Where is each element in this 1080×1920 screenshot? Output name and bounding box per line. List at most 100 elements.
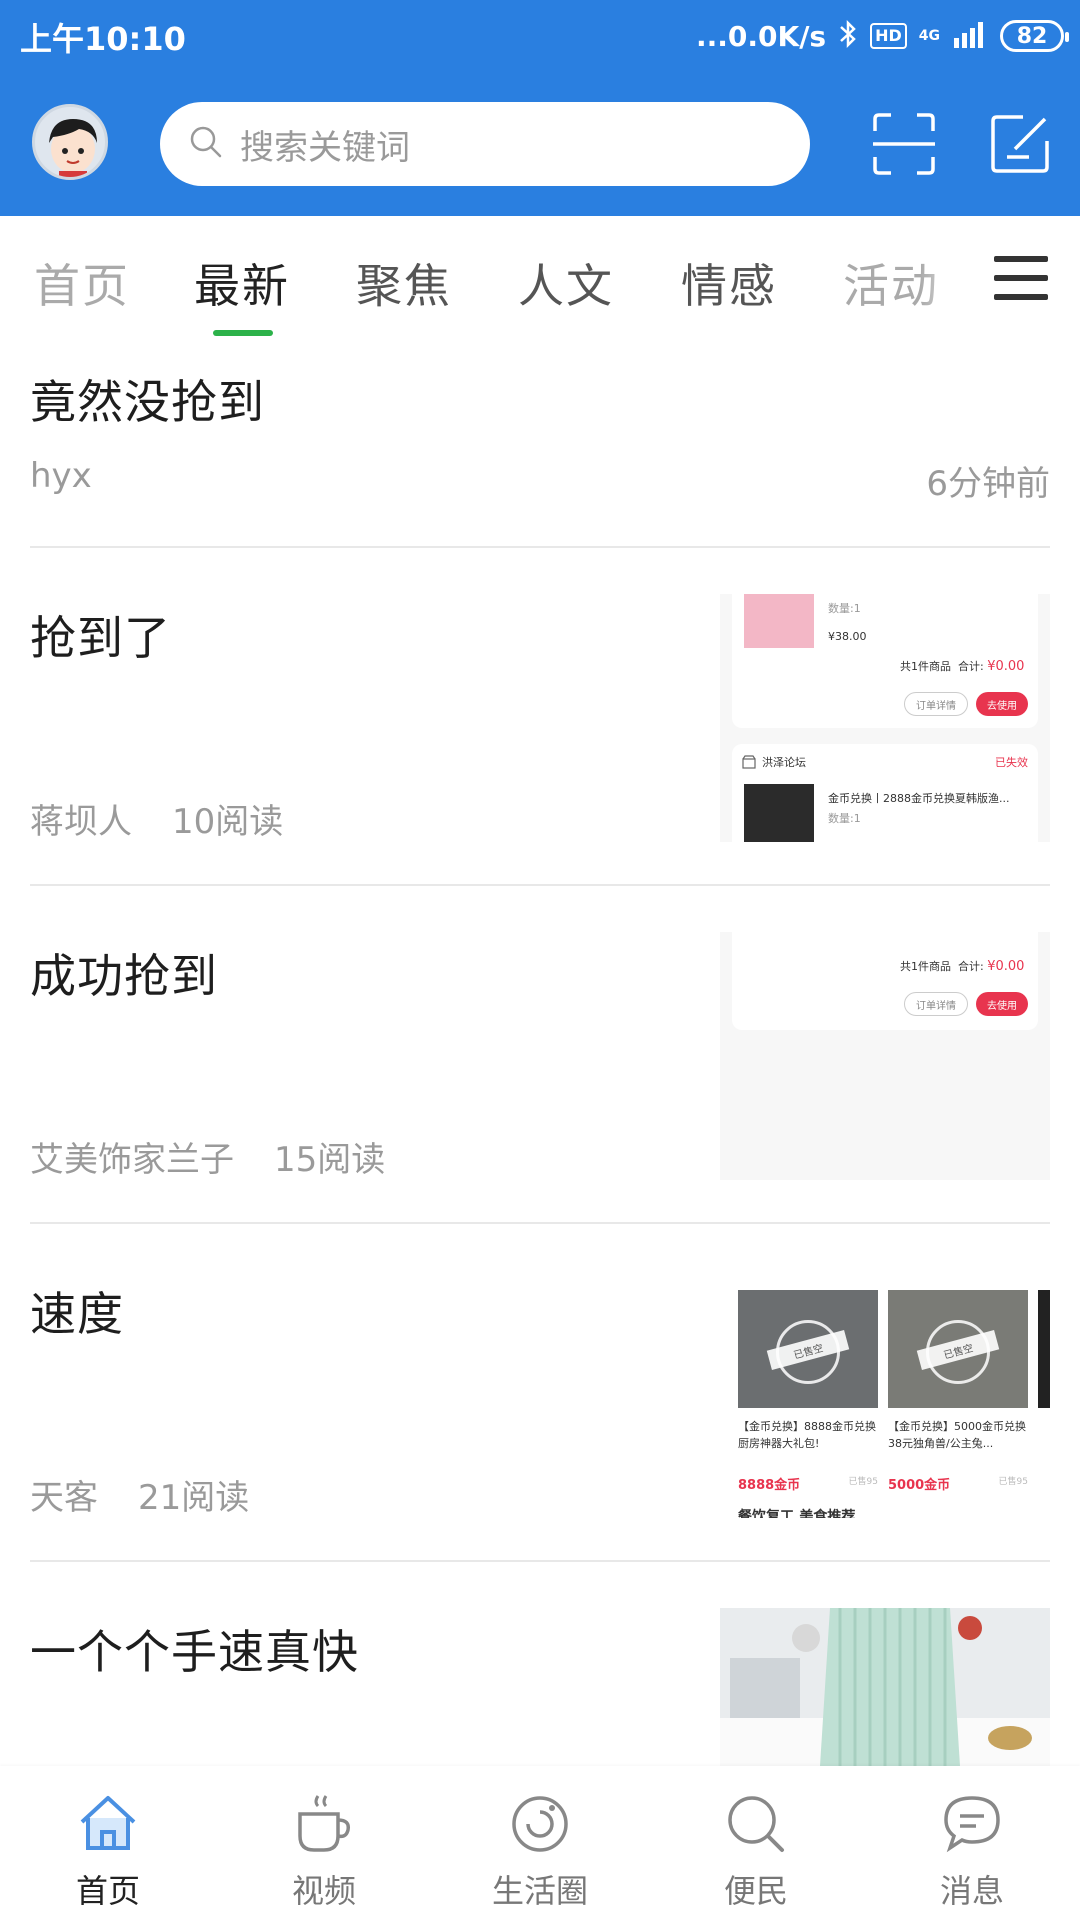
edit-icon [991, 115, 1049, 173]
scan-icon [873, 113, 935, 175]
divider [30, 884, 1050, 886]
tab-home[interactable]: 首页 [34, 250, 130, 316]
post-title: 竟然没抢到 [30, 375, 265, 429]
post-thumbnail: 已售空 【金币兑换】8888金币兑换厨房神器大礼包! 8888金币 已售95 已… [720, 1270, 1050, 1518]
tab-culture[interactable]: 人文 [518, 250, 614, 316]
hd-badge: HD [870, 23, 907, 49]
nav-messages[interactable]: 消息 [892, 1792, 1052, 1912]
post-time: 6分钟前 [926, 464, 1050, 504]
product-image [744, 784, 814, 842]
order-detail-button: 订单详情 [904, 692, 968, 716]
product-card: 已售空 【金币兑换】5000金币兑换38元独角兽/公主兔... 5000金币 已… [888, 1290, 1028, 1493]
chat-bubble-icon [944, 1796, 1000, 1853]
nav-label: 首页 [75, 1872, 140, 1910]
product-name: 【金币兑换】5000金币兑换38元独角兽/公主兔... [888, 1420, 1026, 1450]
post-reads: 15阅读 [274, 1140, 386, 1180]
network-speed: ...0.0K/s [695, 19, 827, 53]
signal-icon [952, 20, 988, 52]
tab-menu-button[interactable] [990, 250, 1052, 306]
status-bar: 上午10:10 ...0.0K/s HD 4G 82 [0, 0, 1080, 72]
product-image [1038, 1290, 1050, 1408]
order-total: ¥0.00 [987, 659, 1025, 674]
order-summary-count: 共1件商品 [900, 960, 951, 973]
shop-icon [742, 754, 756, 773]
feed-item[interactable]: 成功抢到 艾美饰家兰子 15阅读 共1件商品 合计: ¥0.00 订单详情 去使… [30, 932, 1050, 1180]
nav-services[interactable]: 便民 [676, 1792, 836, 1912]
apron-photo [720, 1608, 1050, 1766]
status-time: 上午10:10 [20, 20, 186, 58]
nav-label: 消息 [939, 1872, 1004, 1910]
search-icon [728, 1796, 784, 1852]
category-tabs: 首页 最新 聚焦 人文 情感 活动 [0, 216, 1080, 340]
tab-emotion[interactable]: 情感 [681, 250, 777, 316]
feed-item[interactable]: 速度 天客 21阅读 已售空 【金币兑换】8888金币兑换厨房神器大礼包! 88… [30, 1270, 1050, 1518]
bluetooth-icon [838, 19, 858, 53]
order-detail-button: 订单详情 [904, 992, 968, 1016]
menu-icon-bar [994, 256, 1048, 262]
order-summary: 共1件商品 合计: ¥0.00 [900, 958, 1024, 974]
order-total: ¥0.00 [987, 959, 1025, 974]
avatar-icon [49, 119, 97, 177]
product-image [744, 594, 814, 648]
product-price: 8888金币 [738, 1478, 801, 1493]
divider [30, 1560, 1050, 1562]
compose-button[interactable] [982, 106, 1058, 182]
product-name: 【金币兑换】8888金币兑换厨房神器大礼包! [738, 1420, 876, 1450]
scan-button[interactable] [866, 106, 942, 182]
product-image: 已售空 [738, 1290, 878, 1408]
search-placeholder: 搜索关键词 [240, 127, 410, 168]
avatar[interactable] [32, 104, 108, 180]
search-icon [188, 124, 224, 164]
product-price: 5000金币 [888, 1478, 951, 1493]
order-card: 数量:1 ¥38.00 共1件商品 合计: ¥0.00 订单详情 去使用 [732, 594, 1038, 728]
order-qty: 数量:1 [828, 602, 861, 615]
battery-level: 82 [1016, 23, 1048, 49]
order-summary: 共1件商品 合计: ¥0.00 [900, 658, 1024, 674]
product-card: 已售空 【金币兑换】8888金币兑换厨房神器大礼包! 8888金币 已售95 [738, 1290, 878, 1493]
post-thumbnail: 共1件商品 合计: ¥0.00 订单详情 去使用 [720, 932, 1050, 1180]
post-title: 成功抢到 [30, 949, 218, 1003]
feed-item[interactable]: 抢到了 蒋坝人 10阅读 数量:1 ¥38.00 共1件商品 合计: ¥0.00… [30, 594, 1050, 842]
status-indicators: ...0.0K/s HD 4G 82 [695, 14, 1069, 58]
use-button: 去使用 [976, 692, 1028, 716]
post-thumbnail [720, 1608, 1050, 1766]
product-image: 已售空 [888, 1290, 1028, 1408]
nav-life-circle[interactable]: 生活圈 [460, 1792, 620, 1912]
feed-item[interactable]: 一个个手速真快 [30, 1608, 1050, 1766]
nav-home[interactable]: 首页 [28, 1792, 188, 1912]
post-author: 蒋坝人 [30, 802, 132, 842]
post-reads: 10阅读 [172, 802, 284, 842]
home-icon [80, 1796, 136, 1850]
post-author: hyx [30, 456, 92, 496]
feed-item[interactable]: 竟然没抢到 hyx 6分钟前 [30, 362, 1050, 504]
post-reads: 21阅读 [138, 1478, 250, 1518]
order-card: 洪泽论坛 已失效 金币兑换丨2888金币兑换夏韩版渔... 数量:1 [732, 744, 1038, 842]
post-title: 抢到了 [30, 611, 171, 665]
post-title: 速度 [30, 1287, 124, 1341]
shop-name: 洪泽论坛 [762, 756, 806, 769]
product-name: 金币兑换丨2888金币兑换夏韩版渔... [828, 792, 1010, 805]
active-tab-indicator [213, 330, 273, 336]
network-type: 4G [918, 28, 940, 44]
order-summary-count: 共1件商品 [900, 660, 951, 673]
product-price-row: 5000金币 已售95 [888, 1474, 1028, 1493]
use-button: 去使用 [976, 992, 1028, 1016]
post-thumbnail: 数量:1 ¥38.00 共1件商品 合计: ¥0.00 订单详情 去使用 洪泽论… [720, 594, 1050, 842]
menu-icon-bar [994, 294, 1048, 300]
tab-focus[interactable]: 聚焦 [356, 250, 452, 316]
coffee-cup-icon [298, 1795, 351, 1852]
battery-indicator: 82 [1000, 20, 1069, 52]
nav-video[interactable]: 视频 [244, 1792, 404, 1912]
battery-tip [1065, 32, 1069, 42]
search-input[interactable]: 搜索关键词 [160, 102, 810, 186]
post-title: 一个个手速真快 [30, 1625, 359, 1679]
tab-fade [920, 216, 980, 336]
menu-icon-bar [994, 275, 1048, 281]
divider [30, 546, 1050, 548]
order-total-label: 合计: [958, 660, 984, 673]
nav-label: 便民 [723, 1872, 788, 1910]
order-card: 共1件商品 合计: ¥0.00 订单详情 去使用 [732, 932, 1038, 1030]
post-author: 艾美饰家兰子 [30, 1140, 234, 1180]
tab-latest[interactable]: 最新 [194, 250, 290, 316]
post-author: 天客 [30, 1478, 98, 1518]
